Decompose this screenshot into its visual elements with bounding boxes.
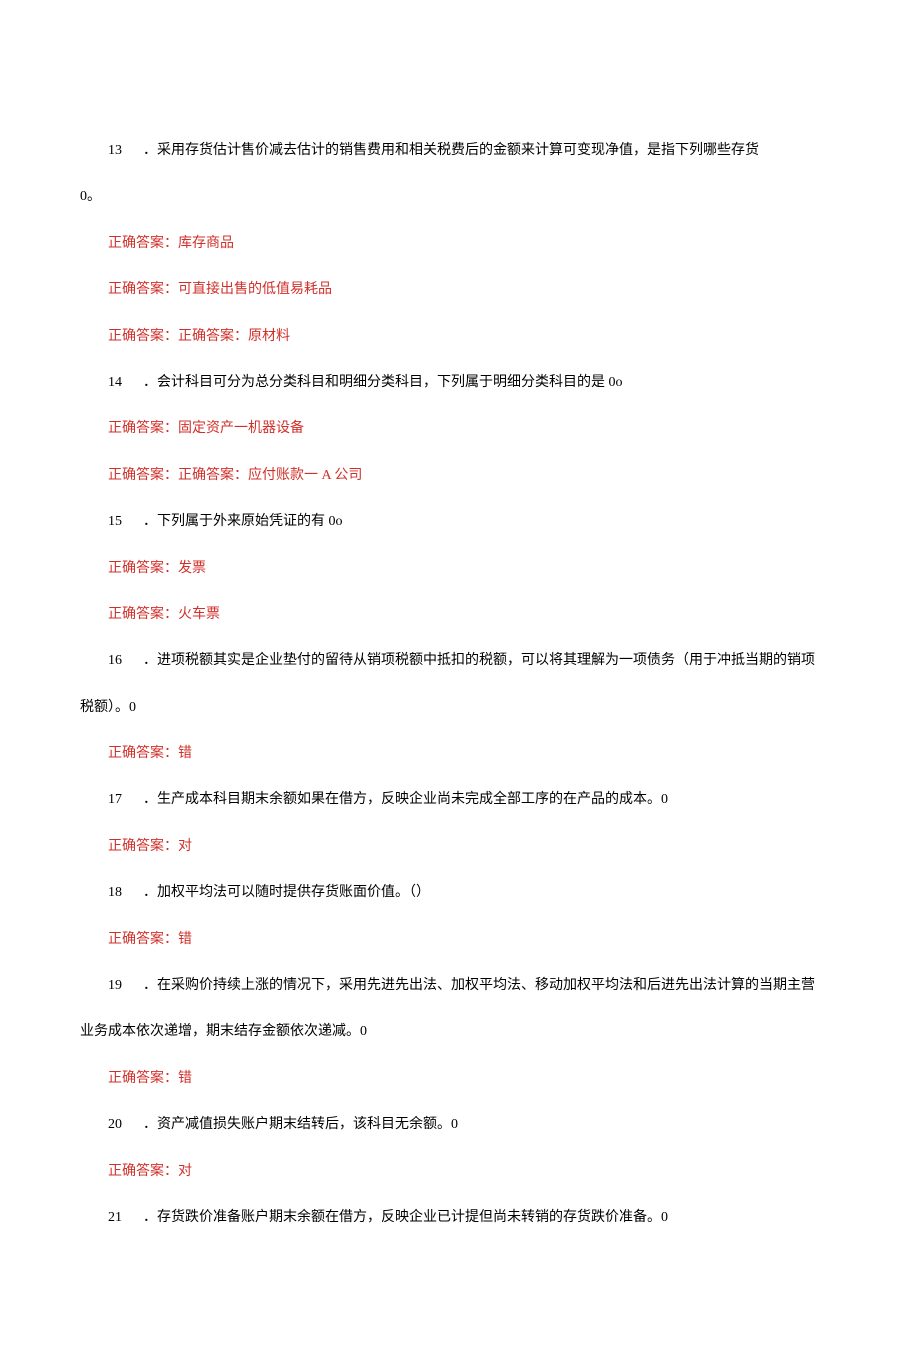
answer-line: 正确答案：错	[80, 929, 840, 951]
question-text: ．资产减值损失账户期末结转后，该科目无余额。0	[143, 1117, 458, 1132]
question-number: 21	[108, 1210, 122, 1225]
question-number: 15	[108, 514, 122, 529]
answer-line: 正确答案：库存商品	[80, 233, 840, 255]
question-number: 19	[108, 978, 122, 993]
question-line: 19 ．在采购价持续上涨的情况下，采用先进先出法、加权平均法、移动加权平均法和后进…	[80, 975, 840, 997]
question-number: 20	[108, 1117, 122, 1132]
question-continuation: 税额）。0	[80, 697, 840, 719]
question-line: 15 ．下列属于外来原始凭证的有 0o	[80, 511, 840, 533]
answer-line: 正确答案：对	[80, 836, 840, 858]
answer-line: 正确答案：发票	[80, 558, 840, 580]
question-continuation: 0。	[80, 186, 840, 208]
question-number: 18	[108, 885, 122, 900]
question-line: 16 ．进项税额其实是企业垫付的留待从销项税额中抵扣的税额，可以将其理解为一项债务…	[80, 650, 840, 672]
document-content: 13 ．采用存货估计售价减去估计的销售费用和相关税费后的金额来计算可变现净值，是指…	[80, 140, 840, 1229]
question-number: 13	[108, 143, 122, 158]
question-line: 18 ．加权平均法可以随时提供存货账面价值。（）	[80, 882, 840, 904]
question-text: ．采用存货估计售价减去估计的销售费用和相关税费后的金额来计算可变现净值，是指下列…	[143, 143, 759, 158]
question-text: ．下列属于外来原始凭证的有 0o	[143, 514, 343, 529]
question-text: ．进项税额其实是企业垫付的留待从销项税额中抵扣的税额，可以将其理解为一项债务（用…	[143, 653, 815, 668]
question-line: 21 ．存货跌价准备账户期末余额在借方，反映企业已计提但尚未转销的存货跌价准备。0	[80, 1207, 840, 1229]
question-number: 14	[108, 375, 122, 390]
answer-line: 正确答案：可直接出售的低值易耗品	[80, 279, 840, 301]
question-number: 17	[108, 792, 122, 807]
answer-line: 正确答案：错	[80, 1068, 840, 1090]
answer-line: 正确答案：正确答案：应付账款一 A 公司	[80, 465, 840, 487]
question-line: 20 ．资产减值损失账户期末结转后，该科目无余额。0	[80, 1114, 840, 1136]
question-text: ．在采购价持续上涨的情况下，采用先进先出法、加权平均法、移动加权平均法和后进先出…	[143, 978, 815, 993]
question-continuation: 业务成本依次递增，期末结存金额依次递减。0	[80, 1021, 840, 1043]
answer-line: 正确答案：对	[80, 1161, 840, 1183]
question-text: ．存货跌价准备账户期末余额在借方，反映企业已计提但尚未转销的存货跌价准备。0	[143, 1210, 668, 1225]
question-text: ．加权平均法可以随时提供存货账面价值。（）	[143, 885, 430, 900]
question-line: 17 ．生产成本科目期末余额如果在借方，反映企业尚未完成全部工序的在产品的成本。0	[80, 789, 840, 811]
question-line: 13 ．采用存货估计售价减去估计的销售费用和相关税费后的金额来计算可变现净值，是指…	[80, 140, 840, 162]
answer-line: 正确答案：错	[80, 743, 840, 765]
question-text: ．会计科目可分为总分类科目和明细分类科目，下列属于明细分类科目的是 0o	[143, 375, 623, 390]
question-number: 16	[108, 653, 122, 668]
question-line: 14 ．会计科目可分为总分类科目和明细分类科目，下列属于明细分类科目的是 0o	[80, 372, 840, 394]
answer-line: 正确答案：正确答案：原材料	[80, 326, 840, 348]
question-text: ．生产成本科目期末余额如果在借方，反映企业尚未完成全部工序的在产品的成本。0	[143, 792, 668, 807]
answer-line: 正确答案：火车票	[80, 604, 840, 626]
answer-line: 正确答案：固定资产一机器设备	[80, 418, 840, 440]
